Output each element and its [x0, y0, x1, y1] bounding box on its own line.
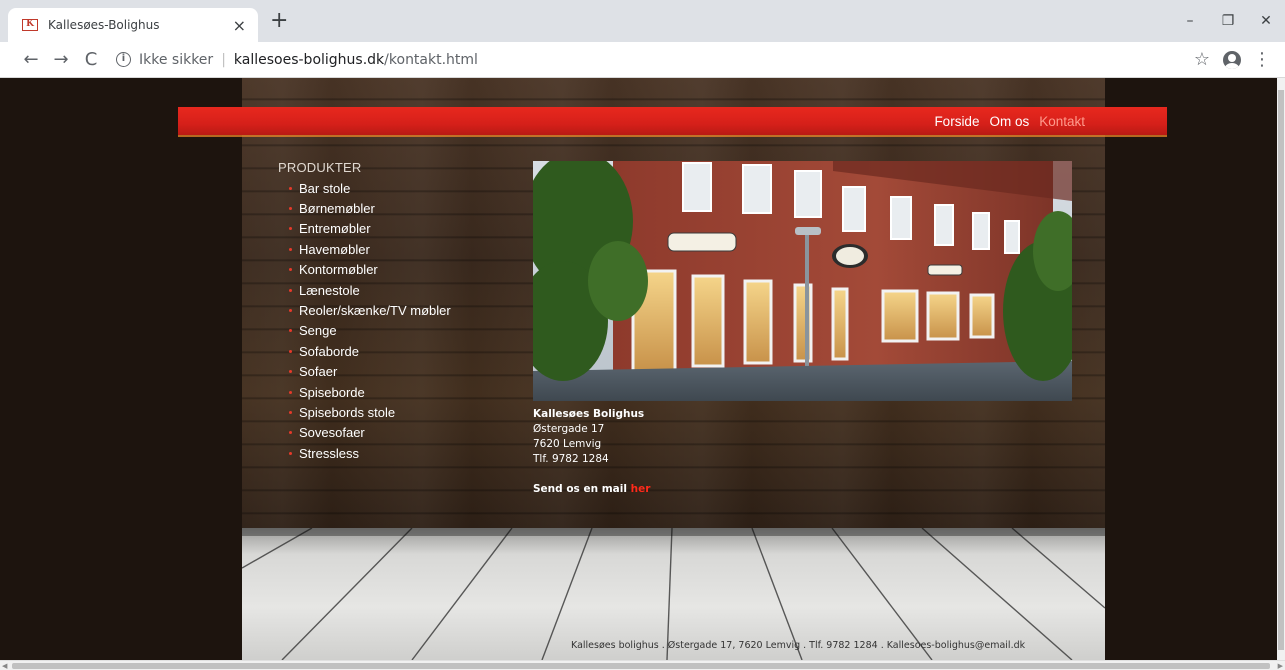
- sidebar-item-label: Senge: [299, 323, 337, 339]
- bullet-icon: [289, 288, 292, 292]
- bullet-icon: [289, 370, 292, 374]
- horizontal-scroll-thumb[interactable]: [12, 663, 1270, 669]
- sidebar-item-label: Spiseborde: [299, 384, 365, 400]
- forward-icon[interactable]: →: [46, 45, 76, 75]
- sidebar-item-sovesofaer[interactable]: Sovesofaer: [289, 423, 451, 443]
- sidebar-item-label: Kontormøbler: [299, 262, 378, 278]
- bullet-icon: [289, 410, 292, 414]
- bullet-icon: [289, 268, 292, 272]
- address-bar[interactable]: i Ikke sikker | kallesoes-bolighus.dk /k…: [112, 46, 1187, 74]
- sidebar-item-bar-stole[interactable]: Bar stole: [289, 178, 451, 198]
- bullet-icon: [289, 309, 292, 313]
- contact-city: 7620 Lemvig: [533, 438, 602, 450]
- bullet-icon: [289, 451, 292, 455]
- page-viewport: Forside Om os Kontakt PRODUKTER Bar stol…: [0, 78, 1285, 660]
- mail-link[interactable]: her: [631, 483, 651, 495]
- vertical-scrollbar[interactable]: [1277, 78, 1285, 660]
- sidebar-item-spisebords-stole[interactable]: Spisebords stole: [289, 402, 451, 422]
- sidebar-heading: PRODUKTER: [278, 160, 362, 175]
- minimize-icon[interactable]: –: [1171, 0, 1209, 42]
- sidebar-item-label: Bar stole: [299, 180, 351, 196]
- main-nav: Forside Om os Kontakt: [178, 107, 1167, 135]
- scroll-left-icon[interactable]: ◀: [2, 661, 7, 670]
- browser-tab[interactable]: K Kallesøes-Bolighus ×: [8, 8, 258, 42]
- nav-om-os[interactable]: Om os: [989, 114, 1029, 129]
- tab-close-icon[interactable]: ×: [233, 16, 246, 35]
- bullet-icon: [289, 349, 292, 353]
- bullet-icon: [289, 390, 292, 394]
- contact-info: Kallesøes Bolighus Østergade 17 7620 Lem…: [533, 407, 650, 497]
- contact-name: Kallesøes Bolighus: [533, 408, 645, 420]
- sidebar-item-kontormobler[interactable]: Kontormøbler: [289, 260, 451, 280]
- browser-toolbar: ← → C i Ikke sikker | kallesoes-bolighus…: [0, 42, 1285, 78]
- url-separator: |: [221, 51, 226, 68]
- url-host: kallesoes-bolighus.dk: [233, 51, 385, 68]
- sidebar-item-havemobler[interactable]: Havemøbler: [289, 239, 451, 259]
- sidebar-item-entremobler[interactable]: Entremøbler: [289, 219, 451, 239]
- contact-phone: Tlf. 9782 1284: [533, 453, 609, 465]
- site-favicon-icon: K: [22, 19, 38, 31]
- sidebar-item-label: Entremøbler: [299, 221, 371, 237]
- mail-text: Send os en mail: [533, 483, 627, 495]
- sidebar-item-label: Sofaer: [299, 364, 338, 380]
- browser-tabstrip: K Kallesøes-Bolighus × + – ❐ ✕: [0, 0, 1285, 42]
- reload-icon[interactable]: C: [76, 45, 106, 75]
- insecure-label: Ikke sikker: [139, 51, 214, 68]
- profile-avatar-icon[interactable]: [1217, 45, 1247, 75]
- vertical-scroll-thumb[interactable]: [1278, 90, 1284, 650]
- sidebar-item-label: Stressless: [299, 445, 359, 461]
- avatar: [1223, 50, 1241, 69]
- bullet-icon: [289, 329, 292, 333]
- sidebar-item-label: Spisebords stole: [299, 404, 396, 420]
- tab-title: Kallesøes-Bolighus: [48, 18, 160, 32]
- sidebar-item-senge[interactable]: Senge: [289, 321, 451, 341]
- nav-kontakt[interactable]: Kontakt: [1039, 114, 1085, 129]
- contact-street: Østergade 17: [533, 423, 605, 435]
- new-tab-icon[interactable]: +: [270, 10, 288, 32]
- sidebar-item-spiseborde[interactable]: Spiseborde: [289, 382, 451, 402]
- page-footer: Kallesøes bolighus . Østergade 17, 7620 …: [571, 640, 1026, 651]
- sidebar-item-reoler[interactable]: Reoler/skænke/TV møbler: [289, 300, 451, 320]
- contact-mail-line: Send os en mail her: [533, 482, 650, 497]
- storefront-illustration: [533, 161, 1072, 401]
- product-list: Bar stole Børnemøbler Entremøbler Havemø…: [289, 178, 451, 463]
- info-icon[interactable]: i: [116, 52, 131, 67]
- nav-forside[interactable]: Forside: [934, 114, 979, 129]
- bullet-icon: [289, 431, 292, 435]
- url-path: /kontakt.html: [384, 51, 478, 68]
- sidebar-item-stressless[interactable]: Stressless: [289, 443, 451, 463]
- browser-menu-icon[interactable]: ⋮: [1247, 45, 1277, 75]
- sidebar-item-label: Sofaborde: [299, 343, 359, 359]
- bullet-icon: [289, 186, 292, 190]
- bullet-icon: [289, 227, 292, 231]
- sidebar-item-laenestole[interactable]: Lænestole: [289, 280, 451, 300]
- sidebar-item-label: Lænestole: [299, 282, 360, 298]
- sidebar-item-label: Reoler/skænke/TV møbler: [299, 303, 451, 319]
- close-window-icon[interactable]: ✕: [1247, 0, 1285, 42]
- sidebar-item-sofaborde[interactable]: Sofaborde: [289, 341, 451, 361]
- toolbar-right: ☆ ⋮: [1187, 45, 1277, 75]
- window-controls: – ❐ ✕: [1171, 0, 1285, 42]
- horizontal-scrollbar[interactable]: ◀ ▶: [0, 660, 1285, 670]
- scroll-right-icon[interactable]: ▶: [1278, 661, 1283, 670]
- back-icon[interactable]: ←: [16, 45, 46, 75]
- bookmark-star-icon[interactable]: ☆: [1187, 45, 1217, 75]
- sidebar-item-label: Havemøbler: [299, 241, 370, 257]
- sidebar-item-bornemobler[interactable]: Børnemøbler: [289, 198, 451, 218]
- sidebar-item-label: Børnemøbler: [299, 201, 375, 217]
- sidebar-item-sofaer[interactable]: Sofaer: [289, 362, 451, 382]
- sidebar-item-label: Sovesofaer: [299, 425, 365, 441]
- bullet-icon: [289, 207, 292, 211]
- storefront-photo: [533, 161, 1072, 401]
- bullet-icon: [289, 247, 292, 251]
- product-sidebar: PRODUKTER Bar stole Børnemøbler Entremøb…: [278, 160, 451, 463]
- restore-icon[interactable]: ❐: [1209, 0, 1247, 42]
